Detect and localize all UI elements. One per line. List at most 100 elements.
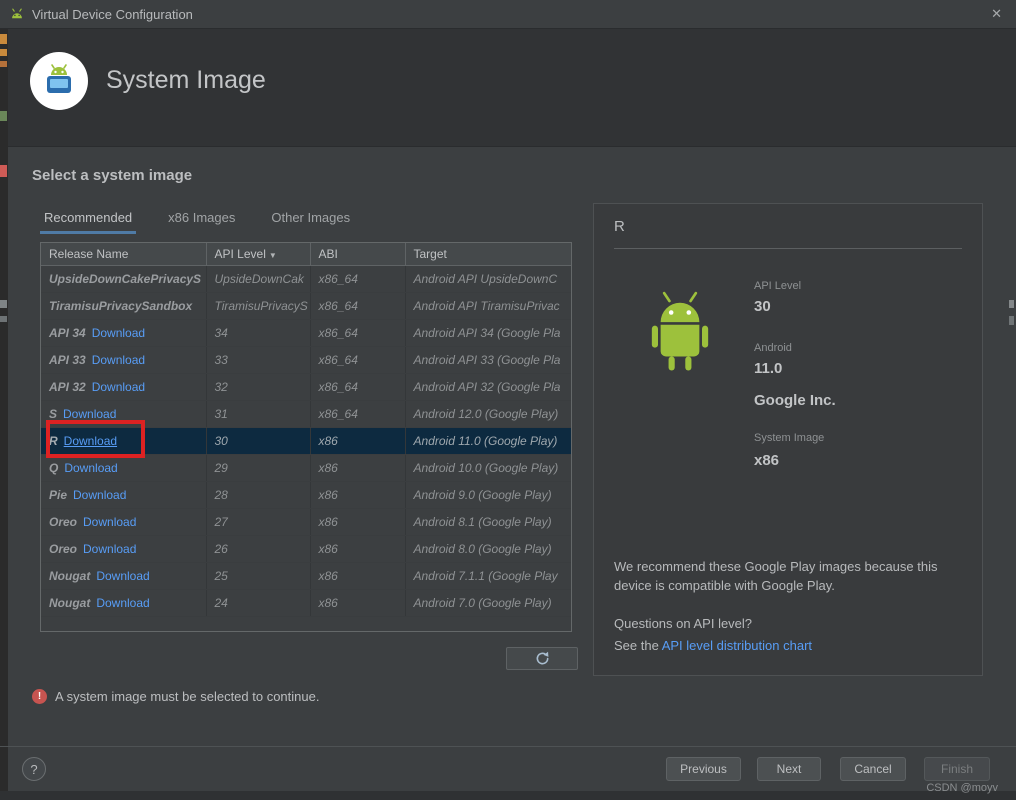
abi-cell[interactable]: x86 bbox=[310, 535, 406, 563]
target-cell[interactable]: Android 7.0 (Google Play) bbox=[405, 589, 571, 617]
api-level-cell[interactable]: TiramisuPrivacyS bbox=[206, 292, 311, 320]
api-level-cell[interactable]: 30 bbox=[206, 427, 311, 455]
api-level-cell[interactable]: 31 bbox=[206, 400, 311, 428]
abi-cell[interactable]: x86_64 bbox=[310, 319, 406, 347]
api-level-cell[interactable]: 25 bbox=[206, 562, 311, 590]
target-cell[interactable]: Android API 34 (Google Pla bbox=[405, 319, 571, 347]
release-name: Nougat bbox=[49, 596, 91, 610]
api-level-cell[interactable]: UpsideDownCak bbox=[206, 265, 311, 293]
api-level-distribution-chart-link[interactable]: API level distribution chart bbox=[662, 638, 812, 653]
table-row[interactable]: API 34 Download 34 x86_64 Android API 34 (Go… bbox=[41, 319, 571, 347]
release-name-cell[interactable]: API 33 Download bbox=[41, 346, 207, 374]
target-cell[interactable]: Android API 33 (Google Pla bbox=[405, 346, 571, 374]
abi-cell[interactable]: x86_64 bbox=[310, 292, 406, 320]
tab-x86-images[interactable]: x86 Images bbox=[164, 204, 239, 237]
api-level-cell[interactable]: 29 bbox=[206, 454, 311, 482]
next-button[interactable]: Next bbox=[757, 757, 821, 781]
column-header-target[interactable]: Target bbox=[405, 243, 571, 266]
release-name-cell[interactable]: API 32 Download bbox=[41, 373, 207, 401]
download-link[interactable]: Download bbox=[83, 515, 136, 529]
download-link[interactable]: Download bbox=[92, 353, 145, 367]
table-row[interactable]: R Download 30 x86 Android 11.0 (Google Play) bbox=[41, 427, 571, 455]
help-button[interactable]: ? bbox=[22, 757, 46, 781]
release-name-cell[interactable]: S Download bbox=[41, 400, 207, 428]
api-level-cell[interactable]: 34 bbox=[206, 319, 311, 347]
download-link[interactable]: Download bbox=[64, 461, 117, 475]
release-name-cell[interactable]: Nougat Download bbox=[41, 562, 207, 590]
cancel-button[interactable]: Cancel bbox=[840, 757, 906, 781]
target-cell[interactable]: Android 12.0 (Google Play) bbox=[405, 400, 571, 428]
target-cell[interactable]: Android 8.0 (Google Play) bbox=[405, 535, 571, 563]
table-row[interactable]: Oreo Download 26 x86 Android 8.0 (Google Pla… bbox=[41, 535, 571, 563]
download-link[interactable]: Download bbox=[83, 542, 136, 556]
table-row[interactable]: S Download 31 x86_64 Android 12.0 (Google Pl… bbox=[41, 400, 571, 428]
column-header-api-level[interactable]: API Level ▼ bbox=[206, 243, 311, 266]
release-name: Nougat bbox=[49, 569, 91, 583]
avd-step-icon bbox=[30, 52, 88, 110]
target-cell[interactable]: Android API 32 (Google Pla bbox=[405, 373, 571, 401]
target-cell[interactable]: Android API TiramisuPrivac bbox=[405, 292, 571, 320]
table-row[interactable]: API 33 Download 33 x86_64 Android API 33 (Go… bbox=[41, 346, 571, 374]
target-cell[interactable]: Android 7.1.1 (Google Play bbox=[405, 562, 571, 590]
abi-cell[interactable]: x86_64 bbox=[310, 400, 406, 428]
release-name: R bbox=[49, 434, 58, 448]
table-row[interactable]: UpsideDownCakePrivacyS UpsideDownCak x86_6… bbox=[41, 265, 571, 293]
release-name-cell[interactable]: UpsideDownCakePrivacyS bbox=[41, 265, 207, 293]
tab-other-images[interactable]: Other Images bbox=[267, 204, 354, 237]
api-level-cell[interactable]: 32 bbox=[206, 373, 311, 401]
abi-cell[interactable]: x86 bbox=[310, 454, 406, 482]
table-row[interactable]: Oreo Download 27 x86 Android 8.1 (Google Pla… bbox=[41, 508, 571, 536]
release-name-cell[interactable]: Oreo Download bbox=[41, 508, 207, 536]
api-level-cell[interactable]: 24 bbox=[206, 589, 311, 617]
release-name-cell[interactable]: R Download bbox=[41, 427, 207, 455]
download-link[interactable]: Download bbox=[96, 569, 149, 583]
abi-cell[interactable]: x86 bbox=[310, 508, 406, 536]
abi-cell[interactable]: x86 bbox=[310, 589, 406, 617]
see-the-text: See the bbox=[614, 638, 662, 653]
release-name-cell[interactable]: Q Download bbox=[41, 454, 207, 482]
release-name-cell[interactable]: Pie Download bbox=[41, 481, 207, 509]
column-header-abi[interactable]: ABI bbox=[310, 243, 406, 266]
table-row[interactable]: Nougat Download 25 x86 Android 7.1.1 (Google… bbox=[41, 562, 571, 590]
release-name-cell[interactable]: TiramisuPrivacySandbox bbox=[41, 292, 207, 320]
column-header-release-name[interactable]: Release Name bbox=[41, 243, 207, 266]
target-cell[interactable]: Android 8.1 (Google Play) bbox=[405, 508, 571, 536]
target-cell[interactable]: Android 9.0 (Google Play) bbox=[405, 481, 571, 509]
abi-cell[interactable]: x86 bbox=[310, 481, 406, 509]
abi-cell[interactable]: x86_64 bbox=[310, 265, 406, 293]
api-level-cell[interactable]: 27 bbox=[206, 508, 311, 536]
api-level-cell[interactable]: 28 bbox=[206, 481, 311, 509]
abi-cell[interactable]: x86 bbox=[310, 427, 406, 455]
download-link[interactable]: Download bbox=[73, 488, 126, 502]
tab-recommended[interactable]: Recommended bbox=[40, 204, 137, 237]
download-link[interactable]: Download bbox=[63, 407, 116, 421]
download-link[interactable]: Download bbox=[64, 434, 117, 448]
abi-cell[interactable]: x86_64 bbox=[310, 373, 406, 401]
api-level-cell[interactable]: 26 bbox=[206, 535, 311, 563]
api-question-text: Questions on API level? bbox=[614, 616, 753, 631]
abi-cell[interactable]: x86 bbox=[310, 562, 406, 590]
finish-button[interactable]: Finish bbox=[924, 757, 990, 781]
details-panel: R API Level 30 Android 11.0 Google Inc. … bbox=[593, 203, 983, 676]
release-name-cell[interactable]: Nougat Download bbox=[41, 589, 207, 617]
abi-cell[interactable]: x86_64 bbox=[310, 346, 406, 374]
release-name: S bbox=[49, 407, 58, 421]
table-row[interactable]: API 32 Download 32 x86_64 Android API 32 (Go… bbox=[41, 373, 571, 401]
refresh-button[interactable] bbox=[506, 647, 578, 670]
download-link[interactable]: Download bbox=[96, 596, 149, 610]
table-row[interactable]: Q Download 29 x86 Android 10.0 (Google Play) bbox=[41, 454, 571, 482]
target-cell[interactable]: Android API UpsideDownC bbox=[405, 265, 571, 293]
target-cell[interactable]: Android 11.0 (Google Play) bbox=[405, 427, 571, 455]
api-level-cell[interactable]: 33 bbox=[206, 346, 311, 374]
release-name-cell[interactable]: Oreo Download bbox=[41, 535, 207, 563]
release-name-cell[interactable]: API 34 Download bbox=[41, 319, 207, 347]
dialog-titlebar[interactable]: Virtual Device Configuration ✕ bbox=[0, 0, 1016, 29]
table-row[interactable]: Pie Download 28 x86 Android 9.0 (Google Play… bbox=[41, 481, 571, 509]
target-cell[interactable]: Android 10.0 (Google Play) bbox=[405, 454, 571, 482]
previous-button[interactable]: Previous bbox=[666, 757, 741, 781]
download-link[interactable]: Download bbox=[92, 380, 145, 394]
table-row[interactable]: Nougat Download 24 x86 Android 7.0 (Google P… bbox=[41, 589, 571, 617]
close-icon[interactable]: ✕ bbox=[991, 6, 1002, 22]
download-link[interactable]: Download bbox=[92, 326, 145, 340]
table-row[interactable]: TiramisuPrivacySandbox TiramisuPrivacyS x8… bbox=[41, 292, 571, 320]
